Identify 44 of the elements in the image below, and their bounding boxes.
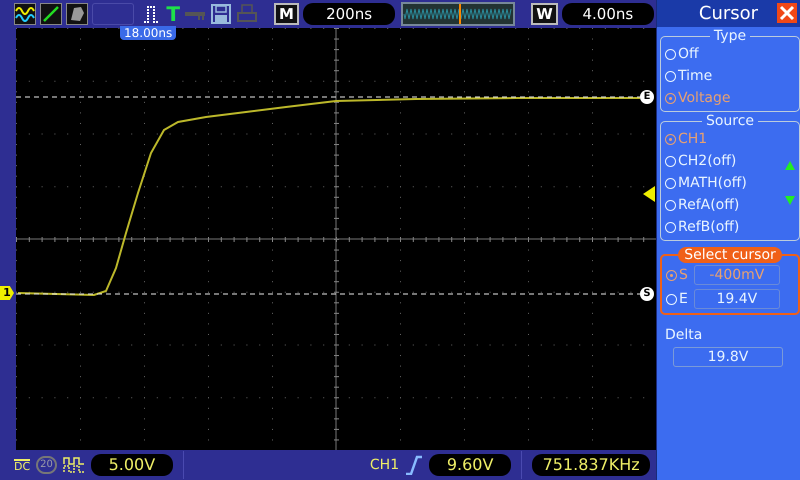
trigger-indicator: T [166,3,180,25]
persistence-icon[interactable] [66,3,88,25]
delta-value-field: 19.8V [673,347,783,367]
group-title: Select cursor [678,247,782,263]
group-title: Type [712,29,748,43]
radio-option[interactable]: RefA(off) [665,194,747,216]
value-field: 19.4V [694,289,780,309]
timebase-readout: 200ns [302,3,396,25]
cursor-marker: E [640,90,654,104]
group-title: Source [704,114,756,128]
waveform-icon[interactable] [14,3,36,25]
window-mode-indicator: W [531,3,558,25]
volts-per-div-readout: 5.00V [90,454,173,476]
frequency-readout: 751.837KHz [532,454,650,476]
line-icon[interactable] [40,3,62,25]
rising-edge-icon [405,455,424,475]
radio-option[interactable]: RefB(off) [665,216,747,238]
radio-option[interactable]: E [666,288,688,310]
delta-label: Delta [665,327,704,343]
radio-option[interactable]: Voltage [665,87,731,109]
panel-title: Cursor [698,3,758,24]
cursor-marker: S [640,287,654,301]
value-field: -400mV [694,265,780,285]
trigger-position-marker: 18.00ns [120,26,176,40]
trigger-source-label: CH1 [370,457,400,473]
scroll-down-icon[interactable] [785,196,795,205]
window-timebase-readout: 4.00ns [562,3,654,25]
coupling-indicator: DC [14,458,30,472]
channel-marker: 1 [0,286,14,300]
radio-option[interactable]: Off [665,43,731,65]
close-icon[interactable] [777,3,797,23]
memory-overview-icon [401,2,516,26]
radio-option[interactable]: MATH(off) [665,172,747,194]
bandwidth-limit-indicator: 20 [36,456,57,474]
scroll-up-icon[interactable] [785,161,795,170]
empty-indicator [92,3,134,25]
radio-option[interactable]: S [666,264,688,286]
radio-option[interactable]: CH1 [665,128,747,150]
radio-option[interactable]: Time [665,65,731,87]
radio-option[interactable]: CH2(off) [665,150,747,172]
square-wave-icon [62,456,85,474]
save-icon[interactable] [210,3,232,25]
main-mode-indicator: M [274,3,299,25]
trigger-level-readout: 9.60V [429,454,512,476]
